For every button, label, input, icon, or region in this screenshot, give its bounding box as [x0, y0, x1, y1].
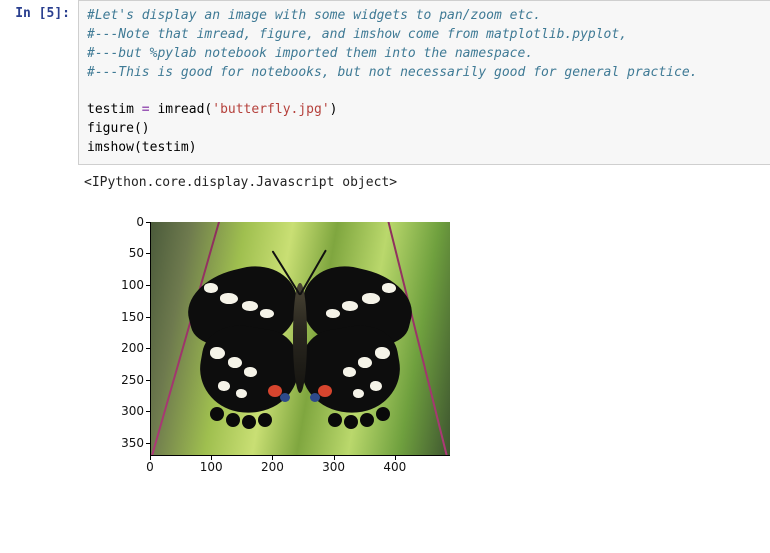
notebook-output-figure-row: 0 50 100 150 200 250 300 350 [0, 194, 770, 456]
x-tick-label: 200 [261, 460, 284, 474]
x-tick-label: 400 [383, 460, 406, 474]
x-tick-label: 300 [322, 460, 345, 474]
code-text: ) [330, 102, 338, 117]
x-tick-label: 0 [146, 460, 154, 474]
notebook-input-cell: In [5]: #Let's display an image with som… [0, 0, 770, 165]
code-text: testim [87, 102, 142, 117]
axes-spines [150, 222, 450, 456]
code-comment: #---but %pylab notebook imported them in… [87, 46, 533, 61]
y-tick-label: 100 [110, 278, 144, 292]
output-text: <IPython.core.display.Javascript object> [78, 171, 403, 194]
code-comment: #---This is good for notebooks, but not … [87, 65, 697, 80]
code-text: imread( [150, 102, 213, 117]
notebook-output-text-row: <IPython.core.display.Javascript object> [0, 171, 770, 194]
code-comment: #Let's display an image with some widget… [87, 8, 541, 23]
code-text: imshow(testim) [87, 140, 197, 155]
input-prompt: In [5]: [0, 0, 78, 27]
code-input-area[interactable]: #Let's display an image with some widget… [78, 0, 770, 165]
code-comment: #---Note that imread, figure, and imshow… [87, 27, 627, 42]
axes[interactable] [150, 222, 450, 456]
code-string: 'butterfly.jpg' [212, 102, 329, 117]
y-tick-label: 150 [110, 310, 144, 324]
code-text: figure() [87, 121, 150, 136]
y-tick-label: 350 [110, 436, 144, 450]
y-tick-label: 200 [110, 341, 144, 355]
y-tick-label: 250 [110, 373, 144, 387]
y-tick-label: 0 [110, 215, 144, 229]
code-operator: = [142, 102, 150, 117]
y-tick-label: 50 [110, 246, 144, 260]
matplotlib-figure[interactable]: 0 50 100 150 200 250 300 350 [150, 222, 450, 456]
y-tick-label: 300 [110, 404, 144, 418]
x-tick-label: 100 [200, 460, 223, 474]
